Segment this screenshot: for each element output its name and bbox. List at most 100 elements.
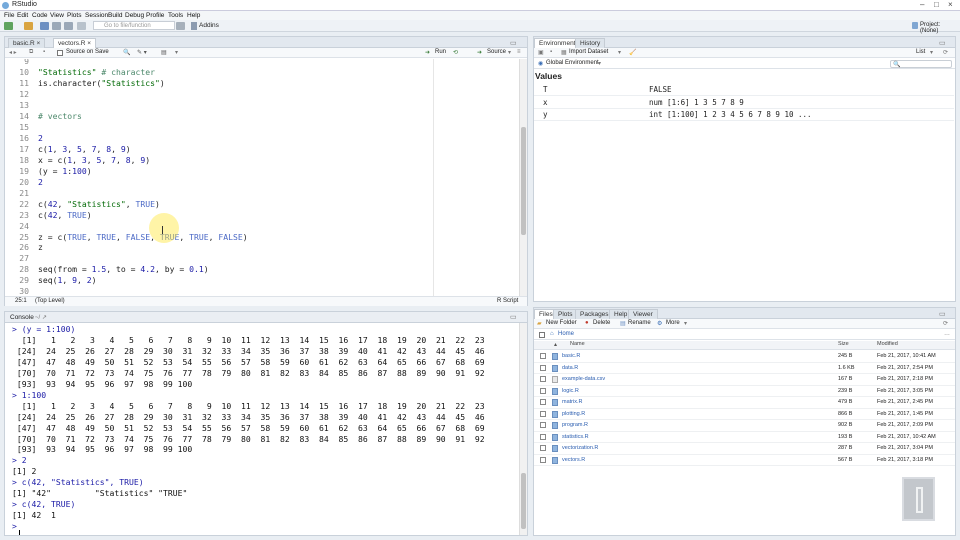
environment-search-input[interactable]: 🔍 (890, 60, 952, 68)
minimize-icon[interactable]: – (920, 0, 924, 9)
code-area[interactable]: 9 10 "Statistics" # character 11 is.characte… (5, 59, 519, 296)
menu-edit[interactable]: Edit (17, 12, 28, 19)
code-line[interactable]: 2 (38, 133, 43, 143)
file-row[interactable]: vectorization.R 287 B Feb 21, 2017, 3:04 P… (534, 443, 955, 455)
file-type-indicator[interactable]: R Script (497, 298, 518, 304)
source-button[interactable]: Source (487, 49, 506, 55)
global-environment-select[interactable]: Global Environment (546, 60, 599, 66)
menu-plots[interactable]: Plots (67, 12, 81, 19)
more-options-icon[interactable]: ▾ (175, 49, 178, 56)
compile-report-icon[interactable]: ▤ (161, 49, 167, 56)
file-name-link[interactable]: plotting.R (562, 411, 585, 417)
import-dataset-button[interactable]: Import Dataset (569, 49, 608, 55)
file-name-link[interactable]: program.R (562, 422, 588, 428)
rerun-icon[interactable]: ⟲ (453, 49, 458, 56)
menu-profile[interactable]: Profile (146, 12, 164, 19)
file-row[interactable]: logic.R 239 B Feb 21, 2017, 3:05 PM (534, 386, 955, 398)
file-checkbox[interactable] (540, 399, 546, 406)
console-output[interactable]: > (y = 1:100) [1] 1 2 3 4 5 6 7 8 9 10 1… (5, 323, 519, 535)
editor-scrollbar[interactable] (519, 59, 527, 296)
print-icon[interactable] (77, 22, 86, 30)
open-file-icon[interactable] (40, 22, 49, 30)
search-icon[interactable]: 🔍 (123, 49, 130, 56)
maximize-icon[interactable]: □ (934, 0, 939, 9)
more-dropdown-icon[interactable]: ▾ (684, 320, 687, 327)
column-name[interactable]: Name (570, 341, 585, 347)
file-row[interactable]: plotting.R 866 B Feb 21, 2017, 1:45 PM (534, 409, 955, 421)
view-mode-select[interactable]: List (916, 49, 925, 55)
menu-view[interactable]: View (50, 12, 64, 19)
code-line[interactable]: seq(1, 9, 2) (38, 275, 97, 285)
tab-viewer[interactable]: Viewer (628, 309, 658, 319)
menu-code[interactable]: Code (32, 12, 48, 19)
maximize-console-icon[interactable]: ▭ (510, 313, 517, 321)
code-line[interactable]: x = c(1, 3, 5, 7, 8, 9) (38, 155, 150, 165)
minimize-env-icon[interactable]: ▭ (939, 39, 946, 47)
tab-basic-r[interactable]: basic.R × (8, 38, 46, 48)
tab-plots[interactable]: Plots (553, 309, 578, 319)
clear-workspace-icon[interactable]: 🧹 (629, 49, 636, 56)
refresh-files-icon[interactable]: ⟳ (943, 320, 948, 327)
menu-session[interactable]: Session (85, 12, 108, 19)
minimize-pane-icon[interactable]: ▭ (510, 39, 517, 47)
menu-debug[interactable]: Debug (125, 12, 144, 19)
save-all-icon[interactable] (64, 22, 73, 30)
code-tools-icon[interactable]: ✎ ▾ (137, 49, 147, 56)
menu-help[interactable]: Help (187, 12, 200, 19)
run-button[interactable]: Run (435, 49, 446, 55)
code-line[interactable]: z (38, 242, 43, 252)
source-dropdown-icon[interactable]: ▾ (508, 49, 511, 56)
breadcrumb-home[interactable]: Home (558, 331, 574, 337)
code-line[interactable]: c(1, 3, 5, 7, 8, 9) (38, 144, 131, 154)
close-icon[interactable]: × (948, 0, 953, 9)
file-name-link[interactable]: basic.R (562, 353, 580, 359)
open-project-icon[interactable] (24, 22, 33, 30)
addins-button[interactable]: Addins (199, 22, 219, 29)
scope-indicator[interactable]: (Top Level) (35, 298, 65, 304)
file-row[interactable]: program.R 902 B Feb 21, 2017, 2:09 PM (534, 420, 955, 432)
workspace-panes-icon[interactable] (176, 22, 185, 30)
file-checkbox[interactable] (540, 387, 546, 394)
file-name-link[interactable]: data.R (562, 365, 578, 371)
project-menu[interactable]: Project: (None) (920, 22, 960, 34)
console-directory-icon[interactable]: ~/ ↗ (35, 314, 47, 321)
source-on-save-checkbox[interactable] (57, 50, 63, 56)
code-line[interactable]: is.character("Statistics") (38, 78, 165, 88)
save-workspace-icon[interactable]: ▪ (550, 49, 552, 55)
load-workspace-icon[interactable]: ▣ (538, 49, 544, 56)
back-icon[interactable]: ◂ ▸ (9, 49, 17, 56)
editor-scroll-thumb[interactable] (521, 127, 526, 235)
menu-build[interactable]: Build (108, 12, 122, 19)
environment-row[interactable]: x num [1:6] 1 3 5 7 8 9 (534, 97, 954, 109)
file-name-link[interactable]: statistics.R (562, 434, 589, 440)
code-line[interactable]: seq(from = 1.5, to = 4.2, by = 0.1) (38, 264, 209, 274)
code-line[interactable]: 2 (38, 177, 43, 187)
environment-row[interactable]: T FALSE (534, 84, 954, 96)
new-folder-button[interactable]: New Folder (546, 320, 577, 326)
outline-icon[interactable]: ≡ (517, 49, 521, 55)
minimize-files-icon[interactable]: ▭ (939, 310, 946, 318)
menu-tools[interactable]: Tools (168, 12, 183, 19)
file-checkbox[interactable] (540, 422, 546, 429)
goto-file-input[interactable]: Go to file/function (93, 21, 175, 30)
more-button[interactable]: More (666, 320, 680, 326)
tab-vectors-r[interactable]: vectors.R × (53, 38, 97, 48)
rename-button[interactable]: Rename (628, 320, 651, 326)
save-file-icon[interactable]: ▪ (43, 49, 45, 55)
home-icon[interactable]: ⌂ (550, 331, 554, 337)
new-file-icon[interactable] (4, 22, 13, 30)
environment-row[interactable]: y int [1:100] 1 2 3 4 5 6 7 8 9 10 ... (534, 109, 954, 122)
column-modified[interactable]: Modified (877, 341, 898, 347)
show-in-window-icon[interactable]: ⧉ (29, 49, 33, 56)
file-row[interactable]: statistics.R 193 B Feb 21, 2017, 10:42 AM (534, 432, 955, 444)
tab-environment[interactable]: Environment (534, 38, 581, 48)
tab-history[interactable]: History (575, 38, 606, 48)
import-dropdown-icon[interactable]: ▾ (618, 49, 621, 56)
view-dropdown-icon[interactable]: ▾ (930, 49, 933, 56)
code-line[interactable]: (y = 1:100) (38, 166, 92, 176)
file-name-link[interactable]: matrix.R (562, 399, 582, 405)
file-checkbox[interactable] (540, 410, 546, 417)
save-icon[interactable] (52, 22, 61, 30)
file-checkbox[interactable] (540, 364, 546, 371)
file-checkbox[interactable] (540, 353, 546, 359)
